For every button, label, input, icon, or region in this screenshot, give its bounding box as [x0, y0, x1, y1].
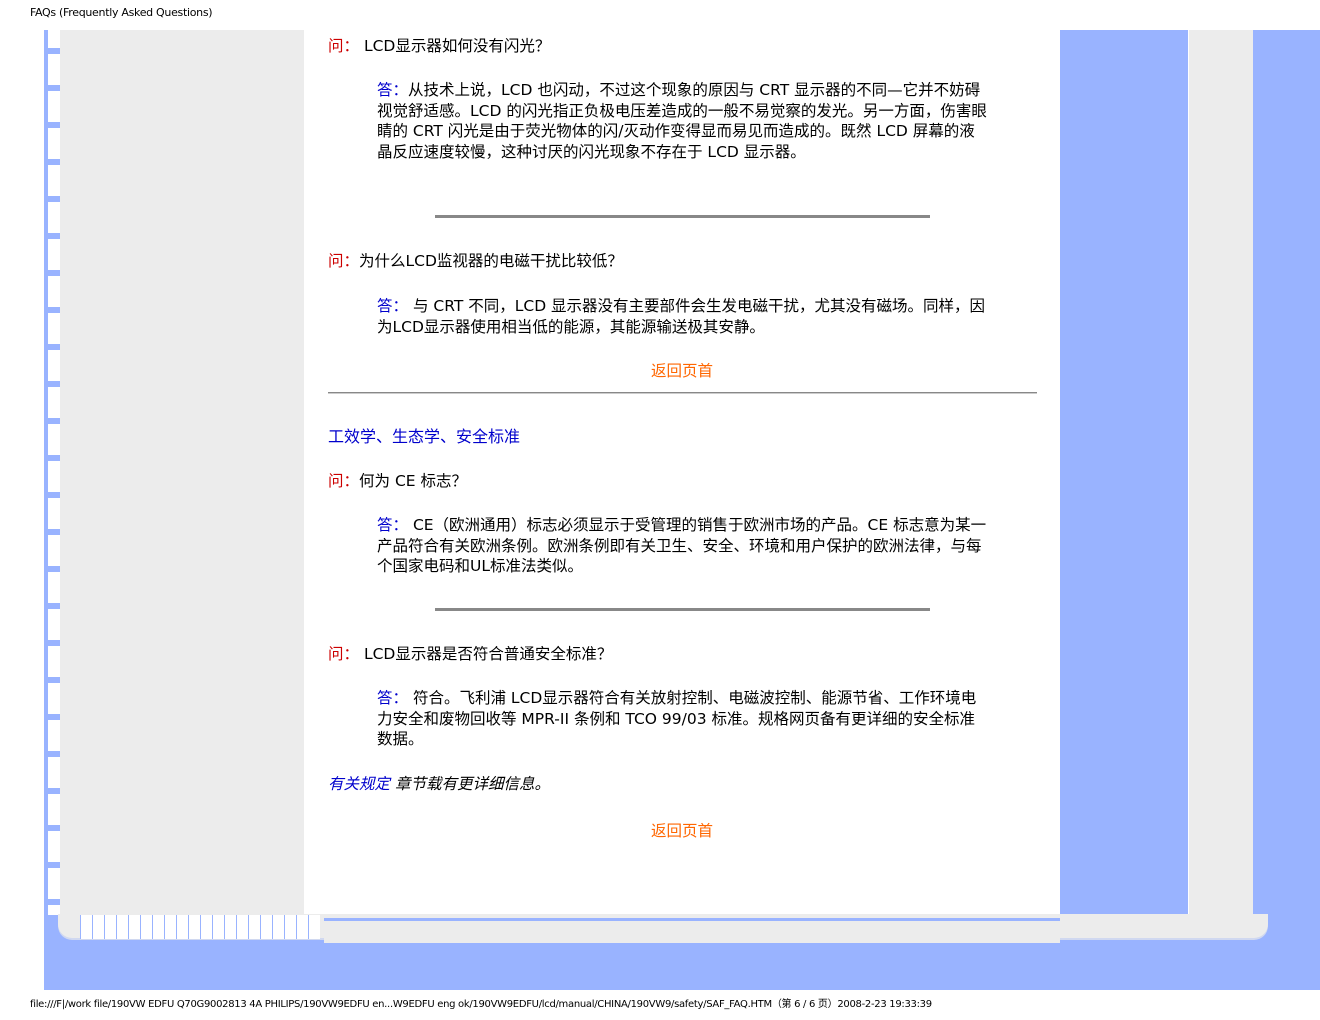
back-to-top-link[interactable]: 返回页首 [651, 361, 713, 382]
question-marker: 问： [328, 252, 360, 270]
faq-answer: 答： 符合。飞利浦 LCD显示器符合有关放射控制、电磁波控制、能源节省、工作环境… [377, 688, 989, 750]
bottom-decor-panel [324, 918, 1060, 943]
left-decor-strip [44, 30, 60, 915]
reference-note: 有关规定 章节载有更详细信息。 [328, 774, 550, 795]
answer-marker: 答： [377, 297, 409, 315]
left-gray-column [60, 30, 304, 915]
right-decor-column [1188, 30, 1253, 915]
separator-line [435, 608, 930, 611]
answer-marker: 答： [377, 81, 409, 99]
answer-marker: 答： [377, 516, 409, 534]
question-text: 何为 CE 标志？ [359, 472, 467, 490]
section-divider [328, 392, 1037, 394]
regulations-link[interactable]: 有关规定 [328, 775, 390, 793]
faq-question: 问： LCD显示器如何没有闪光？ [328, 36, 550, 57]
answer-text: 与 CRT 不同，LCD 显示器没有主要部件会生发电磁干扰，尤其没有磁场。同样，… [377, 297, 986, 336]
window-title: FAQs (Frequently Asked Questions) [30, 6, 213, 19]
answer-marker: 答： [377, 689, 409, 707]
page-footer: file:///F|/work file/190VW EDFU Q70G9002… [30, 999, 932, 1010]
back-to-top-link[interactable]: 返回页首 [651, 821, 713, 842]
faq-question: 问：为什么LCD监视器的电磁干扰比较低？ [328, 251, 623, 272]
faq-answer: 答： 与 CRT 不同，LCD 显示器没有主要部件会生发电磁干扰，尤其没有磁场。… [377, 296, 989, 337]
faq-answer: 答：从技术上说，LCD 也闪动，不过这个现象的原因与 CRT 显示器的不同—它并… [377, 80, 989, 162]
answer-text: 从技术上说，LCD 也闪动，不过这个现象的原因与 CRT 显示器的不同—它并不妨… [377, 81, 987, 161]
question-text: LCD显示器是否符合普通安全标准？ [359, 645, 613, 663]
question-text: LCD显示器如何没有闪光？ [359, 37, 551, 55]
question-marker: 问： [328, 645, 360, 663]
question-text: 为什么LCD监视器的电磁干扰比较低？ [359, 252, 623, 270]
reference-text: 章节载有更详细信息。 [390, 775, 550, 793]
question-marker: 问： [328, 472, 360, 490]
bottom-decor-ticks [80, 915, 320, 942]
answer-text: 符合。飞利浦 LCD显示器符合有关放射控制、电磁波控制、能源节省、工作环境电力安… [377, 689, 977, 748]
faq-question: 问：何为 CE 标志？ [328, 471, 467, 492]
section-title: 工效学、生态学、安全标准 [328, 427, 521, 446]
faq-question: 问： LCD显示器是否符合普通安全标准？ [328, 644, 612, 665]
question-marker: 问： [328, 37, 360, 55]
faq-answer: 答： CE（欧洲通用）标志必须显示于受管理的销售于欧洲市场的产品。CE 标志意为… [377, 515, 989, 577]
separator-line [435, 215, 930, 218]
answer-text: CE（欧洲通用）标志必须显示于受管理的销售于欧洲市场的产品。CE 标志意为某一产… [377, 516, 987, 575]
